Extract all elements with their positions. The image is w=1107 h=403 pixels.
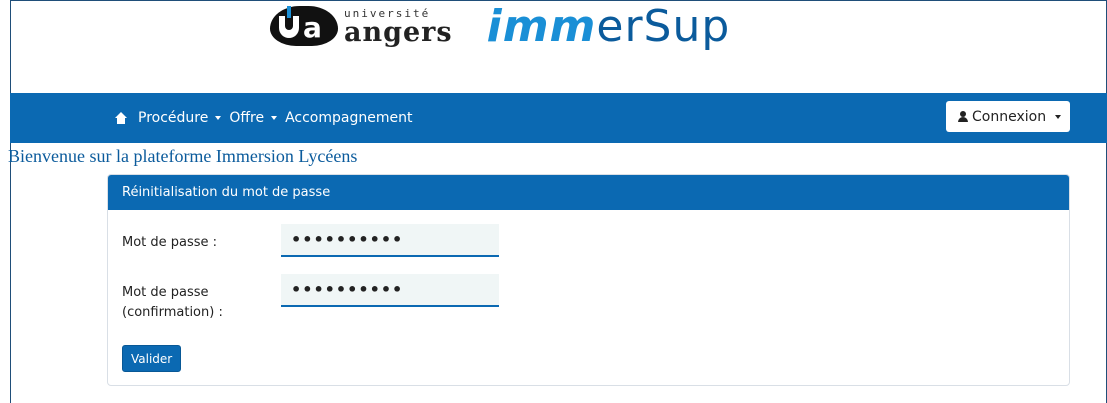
valider-button[interactable]: Valider (122, 345, 182, 372)
nav-menu: Procédure Offre Accompagnement (114, 93, 420, 143)
nav-item-offre[interactable]: Offre (229, 110, 278, 126)
confirm-label: Mot de passe (confirmation) : (122, 283, 282, 323)
angers-label: angers (344, 17, 453, 48)
main-navbar: Procédure Offre Accompagnement Connexion (10, 93, 1107, 143)
password-row: Mot de passe : (122, 233, 282, 253)
caret-down-icon (271, 116, 278, 120)
nav-item-label: Offre (229, 110, 265, 126)
connexion-button[interactable]: Connexion (946, 101, 1070, 132)
nav-item-accompagnement[interactable]: Accompagnement (285, 110, 412, 126)
university-angers-logo-text: université angers (344, 8, 453, 48)
confirm-password-input[interactable] (281, 274, 499, 307)
immersup-logo: immerSup (487, 2, 731, 52)
password-input[interactable] (281, 224, 499, 257)
confirm-label-line2: (confirmation) : (122, 305, 223, 320)
nav-item-procedure[interactable]: Procédure (138, 110, 222, 126)
immersup-logo-suffix: erSup (596, 1, 731, 52)
nav-item-label: Procédure (138, 110, 209, 126)
user-icon (958, 111, 968, 122)
home-icon[interactable] (114, 112, 128, 124)
nav-item-label: Accompagnement (285, 110, 413, 126)
caret-down-icon (1055, 114, 1062, 119)
password-reset-card: Réinitialisation du mot de passe Mot de … (107, 174, 1070, 386)
header-logos: a université angers immerSup (270, 2, 730, 66)
connexion-label: Connexion (972, 108, 1047, 125)
card-title: Réinitialisation du mot de passe (108, 175, 1069, 210)
caret-down-icon (215, 116, 222, 120)
confirm-label-line1: Mot de passe (122, 285, 209, 300)
password-label: Mot de passe : (122, 235, 218, 250)
confirm-row: Mot de passe (confirmation) : (122, 283, 282, 323)
university-angers-logo-mark: a (270, 6, 338, 46)
immersup-logo-prefix: imm (486, 1, 597, 52)
welcome-heading: Bienvenue sur la plateforme Immersion Ly… (8, 146, 358, 166)
